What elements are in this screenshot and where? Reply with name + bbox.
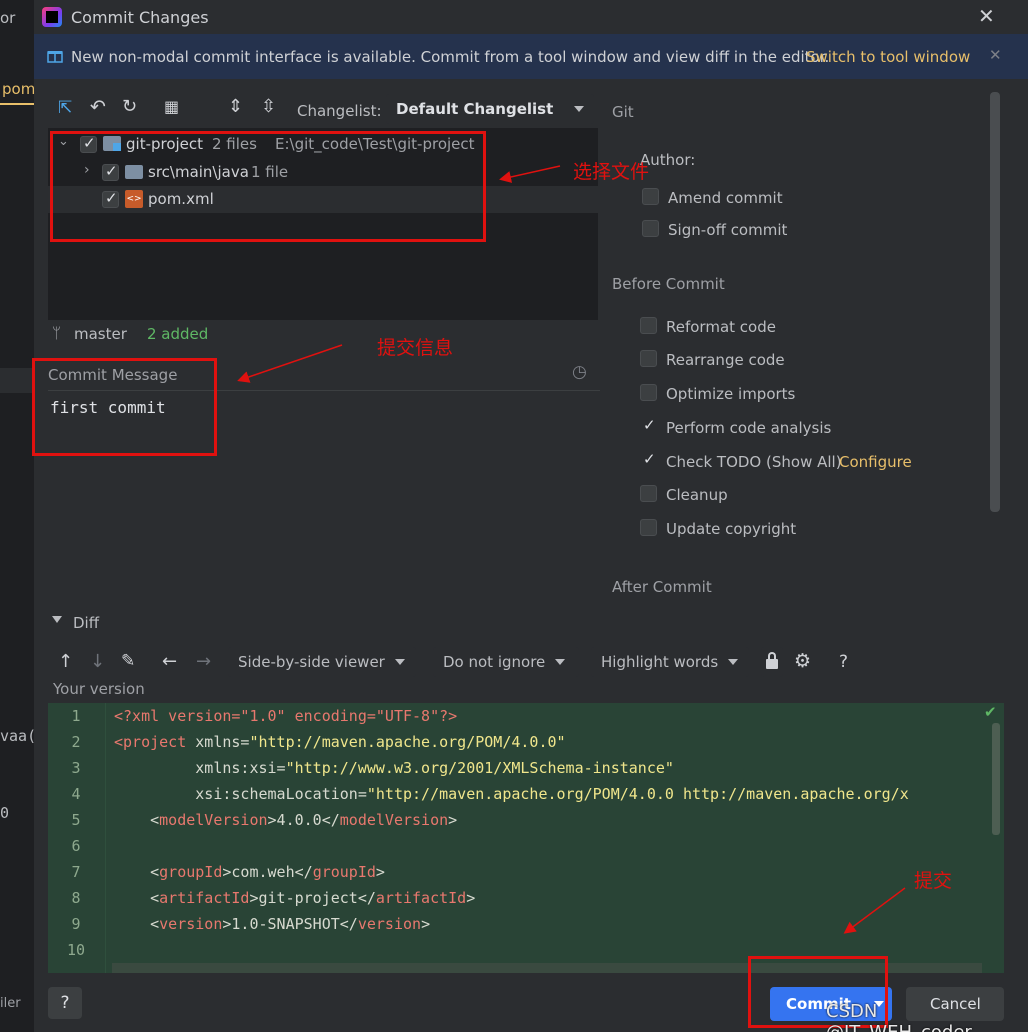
annotation-select-files: 选择文件	[573, 161, 650, 183]
annotation-arrows	[237, 165, 906, 934]
annotation-commit: 提交	[914, 870, 953, 892]
watermark: CSDN @IT_WEH_coder	[826, 1001, 972, 1032]
annotation-commit-info: 提交信息	[377, 337, 454, 359]
